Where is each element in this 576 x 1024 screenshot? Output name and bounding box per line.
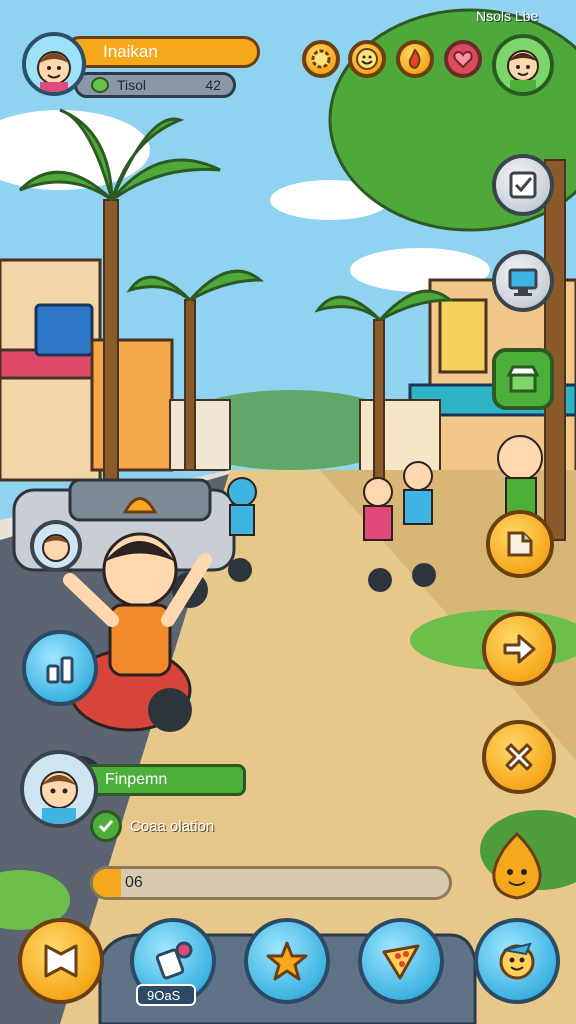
bottles-icon [46, 656, 74, 684]
back-icon [44, 944, 78, 978]
tools-badge: 9OaS [136, 984, 196, 1006]
tools-badge-label: 9OaS [147, 988, 181, 1003]
rider-avatar-bubble[interactable] [30, 520, 82, 572]
notification-name-bar: Finpemn [72, 764, 246, 796]
inventory-button[interactable] [22, 630, 98, 706]
notification-name: Finpemn [105, 771, 168, 788]
character-button[interactable] [474, 918, 560, 1004]
star-icon [266, 941, 308, 981]
boy-face-icon [40, 771, 78, 824]
back-button[interactable] [18, 918, 104, 1004]
tools-icon [155, 941, 193, 980]
map-icon [507, 531, 533, 557]
top-right-label: Nsols Lbe [476, 8, 539, 24]
fire-mascot [484, 830, 550, 902]
star-button[interactable] [244, 918, 330, 1004]
shop-icon [506, 365, 540, 393]
arrow-right-icon [503, 634, 536, 664]
leaf-icon [91, 77, 109, 93]
progress-label: 06 [125, 874, 143, 891]
progress-bar: 06 [90, 866, 452, 900]
notification-message: Coaa olation [130, 818, 215, 835]
fire-coin-icon[interactable] [396, 40, 434, 78]
stat-bar: Tisol 42 [74, 72, 236, 98]
close-x-icon [505, 743, 533, 771]
progress-fill [93, 869, 122, 897]
pizza-button[interactable] [358, 918, 444, 1004]
heart-coin-icon[interactable] [444, 40, 482, 78]
map-button[interactable] [486, 510, 554, 578]
gear-coin-icon[interactable] [302, 40, 340, 78]
checklist-icon [509, 171, 537, 199]
player-name-bar: Inaikan [64, 36, 260, 68]
player-name: Inaikan [103, 42, 158, 61]
notification-avatar [20, 750, 98, 828]
stat-value: 42 [205, 77, 221, 93]
computer-button[interactable] [492, 250, 554, 312]
close-button[interactable] [482, 720, 556, 794]
rider-face-icon [42, 534, 70, 562]
character-icon [499, 942, 535, 980]
friend-face-icon [507, 50, 539, 92]
player-face-icon [37, 51, 71, 92]
stat-label: Tisol [117, 77, 147, 93]
smile-coin-icon[interactable] [348, 40, 386, 78]
shop-button[interactable] [492, 348, 554, 410]
pizza-icon [382, 944, 420, 980]
player-avatar[interactable] [22, 32, 86, 96]
computer-icon [508, 268, 538, 296]
check-badge-icon [90, 810, 122, 842]
next-button[interactable] [482, 612, 556, 686]
checklist-button[interactable] [492, 154, 554, 216]
friend-avatar[interactable] [492, 34, 554, 96]
